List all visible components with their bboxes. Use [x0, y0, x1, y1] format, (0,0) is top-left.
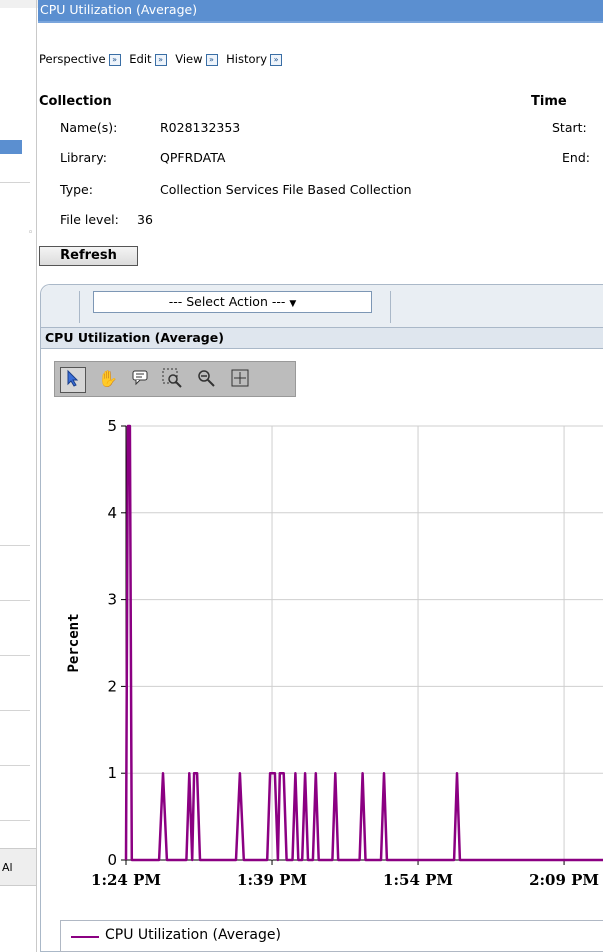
expand-arrow-icon[interactable]: » — [205, 53, 218, 66]
left-pane-header — [0, 0, 38, 8]
divider — [0, 600, 30, 601]
column-header-label: Al — [2, 861, 13, 874]
expand-arrow-icon[interactable]: » — [270, 53, 283, 66]
cpu-utilization-chart: 0 1 2 3 4 5 1:24 PM 1:39 PM 1:54 PM 2:09 PM Percen… — [66, 418, 603, 889]
refresh-button[interactable]: Refresh — [39, 246, 138, 266]
select-arrow-icon[interactable] — [60, 367, 86, 393]
x-tick-label: 1:24 PM — [91, 871, 161, 889]
expand-arrow-icon[interactable]: » — [108, 53, 121, 66]
left-pane-column-header[interactable]: Al — [0, 848, 36, 886]
y-tick-label: 3 — [107, 591, 117, 609]
file-level-value: 36 — [137, 212, 153, 227]
chart-legend: CPU Utilization (Average) — [60, 920, 603, 952]
plot-area: 0 1 2 3 4 5 1:24 PM 1:39 PM 1:54 PM 2:09 PM Percen… — [66, 418, 603, 889]
y-axis-label: Percent — [66, 613, 82, 672]
file-level-label: File level: — [60, 212, 119, 227]
chart-tools: ✋ — [54, 361, 296, 397]
divider — [0, 545, 30, 546]
zoom-box-icon[interactable] — [159, 367, 185, 393]
title-divider — [38, 21, 603, 23]
expand-arrow-icon[interactable]: » — [154, 53, 167, 66]
select-action-label: --- Select Action --- — [168, 294, 286, 309]
menu-edit[interactable]: Edit — [129, 52, 151, 66]
y-tick-label: 1 — [107, 764, 117, 782]
legend-label: CPU Utilization (Average) — [105, 927, 281, 943]
y-tick-label: 0 — [107, 851, 117, 869]
menu-view[interactable]: View — [175, 52, 202, 66]
menu-perspective[interactable]: Perspective — [39, 52, 106, 66]
y-tick-label: 2 — [107, 677, 117, 695]
x-tick-label: 1:54 PM — [383, 871, 453, 889]
library-label: Library: — [60, 150, 108, 165]
action-menu: Perspective» Edit» View» History» — [39, 52, 287, 66]
left-navigation-pane: ◦ Al — [0, 0, 38, 952]
names-value: R028132353 — [160, 120, 241, 135]
move-crosshair-icon[interactable] — [227, 367, 253, 393]
zoom-out-icon[interactable] — [193, 367, 219, 393]
comment-icon[interactable] — [127, 367, 153, 393]
divider — [0, 765, 30, 766]
left-pane-selected-tab[interactable] — [0, 140, 22, 154]
divider — [0, 182, 30, 183]
divider — [0, 655, 30, 656]
window-title: CPU Utilization (Average) — [38, 0, 603, 21]
toolbar-separator — [79, 291, 80, 323]
start-label: Start: — [552, 120, 587, 135]
x-tick-label: 1:39 PM — [237, 871, 307, 889]
y-tick-label: 5 — [107, 418, 117, 435]
type-label: Type: — [60, 182, 93, 197]
menu-history[interactable]: History — [226, 52, 267, 66]
library-value: QPFRDATA — [160, 150, 226, 165]
collection-heading: Collection — [39, 94, 112, 109]
divider — [0, 710, 30, 711]
type-value: Collection Services File Based Collectio… — [160, 182, 412, 197]
divider — [0, 820, 30, 821]
panel-toolbar: --- Select Action --- ▼ — [41, 285, 603, 327]
hand-pan-icon[interactable]: ✋ — [95, 367, 121, 393]
pane-splitter[interactable] — [36, 0, 37, 952]
time-heading: Time — [531, 94, 567, 109]
names-label: Name(s): — [60, 120, 118, 135]
end-label: End: — [562, 150, 590, 165]
left-pane-marker: ◦ — [28, 228, 34, 238]
chart-title: CPU Utilization (Average) — [41, 327, 603, 349]
legend-swatch — [71, 936, 99, 938]
toolbar-separator — [390, 291, 391, 323]
y-tick-label: 4 — [107, 504, 117, 522]
x-tick-label: 2:09 PM — [529, 871, 599, 889]
dropdown-arrow-icon: ▼ — [289, 299, 297, 309]
select-action-dropdown[interactable]: --- Select Action --- ▼ — [93, 291, 372, 313]
series-line-cpu-utilization — [124, 424, 603, 862]
